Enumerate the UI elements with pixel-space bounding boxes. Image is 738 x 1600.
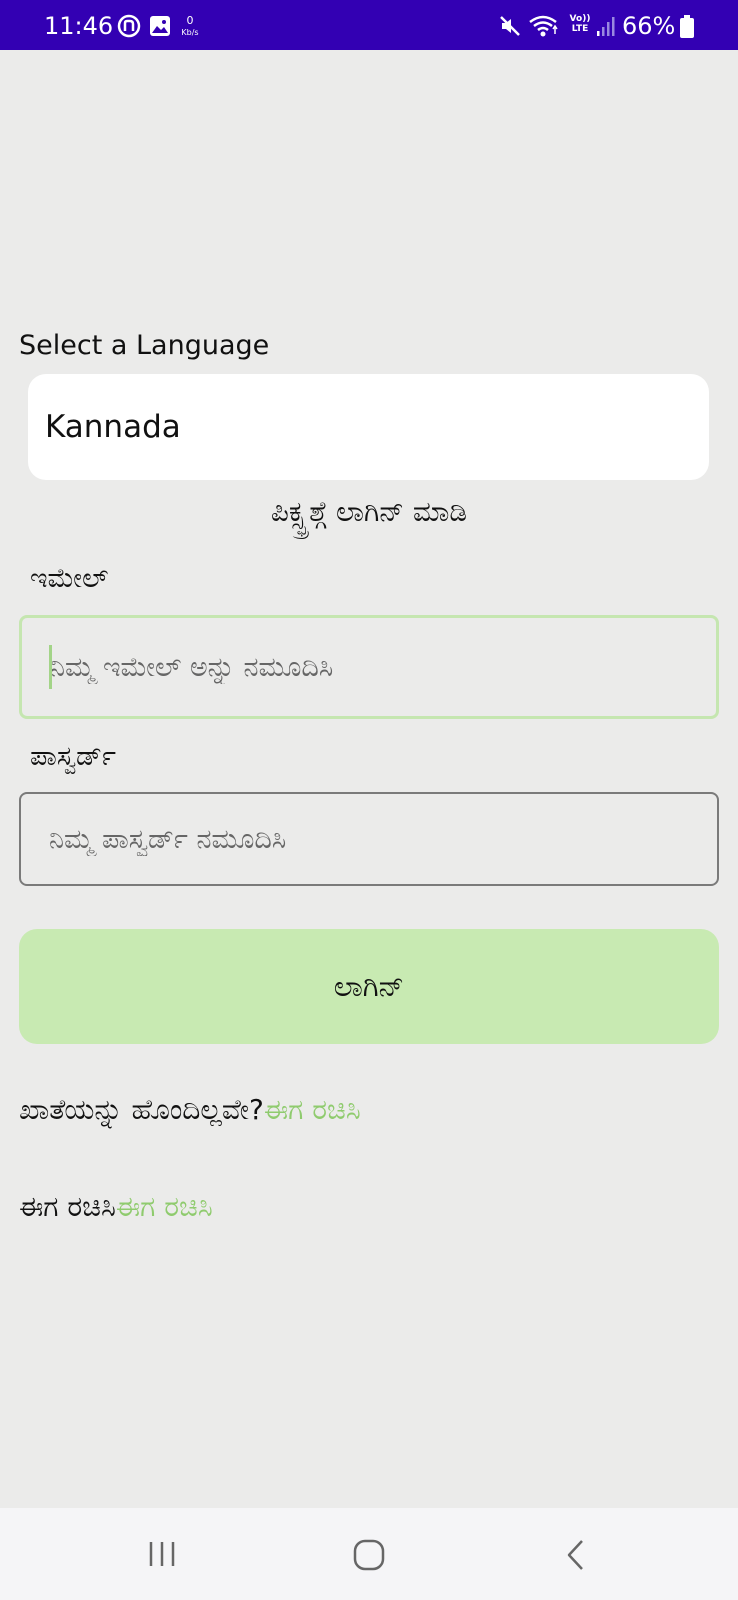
battery-icon bbox=[680, 15, 694, 38]
app-notification-icon bbox=[117, 14, 141, 38]
language-selected-value: Kannada bbox=[45, 409, 181, 445]
password-label: ಪಾಸ್ವರ್ಡ್ bbox=[30, 741, 116, 772]
home-icon[interactable] bbox=[352, 1538, 386, 1572]
network-speed-value: 0 bbox=[186, 14, 194, 27]
gallery-icon bbox=[150, 16, 170, 36]
recent-apps-icon[interactable] bbox=[146, 1538, 178, 1570]
network-speed: 0 Kb/s bbox=[176, 15, 204, 38]
language-dropdown[interactable]: Kannada bbox=[28, 374, 709, 480]
volte-bottom-label: LTE bbox=[571, 24, 589, 34]
wifi-icon bbox=[529, 15, 558, 37]
no-account-row: ಖಾತೆಯನ್ನು ಹೊಂದಿಲ್ಲವೇ?ಈಗ ರಚಿಸಿ bbox=[19, 1093, 361, 1127]
email-field[interactable] bbox=[19, 615, 719, 719]
signal-icon bbox=[597, 17, 615, 36]
volte-top-label: Vo)) bbox=[569, 14, 591, 24]
navigation-bar bbox=[0, 1508, 738, 1600]
create-account-link[interactable]: ಈಗ ರಚಿಸಿ bbox=[264, 1093, 361, 1126]
volte-indicator: Vo)) LTE bbox=[566, 14, 594, 34]
status-time: 11:46 bbox=[44, 12, 114, 40]
password-field[interactable] bbox=[19, 792, 719, 886]
login-button[interactable]: ಲಾಗಿನ್ bbox=[19, 929, 719, 1044]
no-account-text: ಖಾತೆಯನ್ನು ಹೊಂದಿಲ್ಲವೇ? bbox=[19, 1093, 264, 1126]
create-text: ಈಗ ರಚಿಸಿ bbox=[19, 1190, 116, 1223]
back-icon[interactable] bbox=[564, 1538, 588, 1572]
login-heading: ಪಿಕ್ಸ್ಫ್ರಶ್ಗೆ ಲಾಗಿನ್ ಮಾಡಿ bbox=[270, 495, 468, 528]
status-bar: 11:46 0 Kb/s Vo)) LTE 66% bbox=[0, 0, 738, 50]
battery-percentage: 66% bbox=[622, 12, 676, 40]
language-label: Select a Language bbox=[19, 330, 270, 361]
create-now-link[interactable]: ಈಗ ರಚಿಸಿ bbox=[116, 1190, 213, 1223]
create-row: ಈಗ ರಚಿಸಿಈಗ ರಚಿಸಿ bbox=[19, 1190, 213, 1224]
email-label: ಇಮೇಲ್ bbox=[30, 563, 109, 594]
text-cursor bbox=[49, 645, 52, 689]
network-speed-unit: Kb/s bbox=[181, 28, 199, 37]
mute-icon bbox=[500, 16, 520, 36]
